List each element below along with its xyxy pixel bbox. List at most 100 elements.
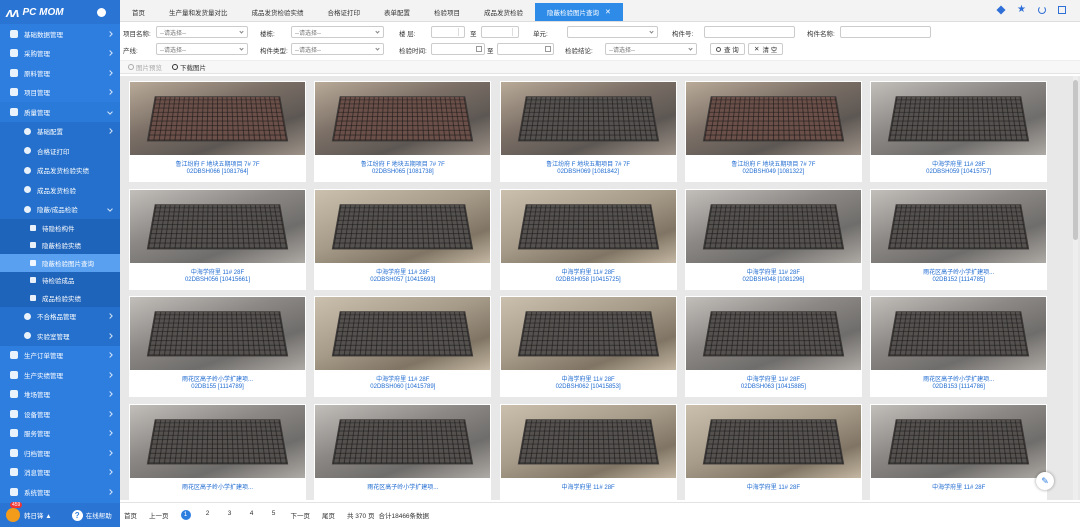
inspection-photo[interactable] [130,297,305,370]
image-preview-button[interactable]: 图片预览 [128,62,162,72]
inspection-photo[interactable] [685,189,861,263]
sidebar-item[interactable]: 隐蔽检验实绩 [0,236,120,254]
inspection-photo[interactable] [871,189,1047,263]
tab[interactable]: 生产量和发货量对比 [157,3,240,21]
image-card[interactable]: 鲁江纷府 F 地块五期项目 7# 7F 02DBSH049 [1081322] [684,81,862,182]
inspection-photo[interactable] [500,404,676,478]
sidebar-item[interactable]: 合格证打印 [0,141,120,161]
sidebar-item[interactable]: 不合格品管理 [0,306,120,326]
image-card[interactable]: 中海学府里 11# 28F 02DBSH062 [10415853] [499,296,677,397]
inspection-photo[interactable] [130,404,305,478]
image-card[interactable]: 中海学府里 11# 28F [870,403,1048,500]
download-image-button[interactable]: 下载图片 [172,62,206,72]
close-icon[interactable]: ✕ [605,8,611,16]
clear-button[interactable]: ✕ 清 空 [748,43,784,55]
inspect-time-to[interactable] [497,43,554,55]
inspection-photo[interactable] [315,189,491,263]
floor-from-input[interactable] [431,26,465,38]
sidebar-item[interactable]: 成品发货检验实绩 [0,160,120,180]
tab[interactable]: 首页 [120,3,157,21]
page-number[interactable]: 4 [247,510,257,520]
help-link[interactable]: 在线帮助 [86,510,112,520]
image-card[interactable]: 中海学府里 11# 28F 02DBSH059 [10415757] [870,81,1048,182]
help-icon[interactable]: ? [71,509,83,521]
fullscreen-icon[interactable] [1058,6,1066,14]
scrollbar[interactable] [1073,76,1078,500]
inspection-photo[interactable] [315,404,491,478]
inspection-photo[interactable] [130,189,305,263]
user-name[interactable]: 韩日锋 ▲ [24,510,52,520]
inspection-photo[interactable] [500,297,676,370]
inspection-photo[interactable] [500,189,676,263]
inspection-photo[interactable] [871,404,1047,478]
inspection-photo[interactable] [685,297,861,370]
tab[interactable]: 成品发货检验实绩 [240,3,316,21]
page-number[interactable]: 1 [180,510,191,520]
sidebar-item[interactable]: 生产订单管理 [0,346,120,366]
image-card[interactable]: 雨花区高子岭小学扩建项... 02DB153 [1114786] [870,296,1048,397]
tab[interactable]: 成品发货检验 [472,3,535,21]
scrollbar-thumb[interactable] [1073,80,1078,240]
sidebar-item[interactable]: 成品发货检验 [0,180,120,200]
sidebar-item[interactable]: 生产实绩管理 [0,365,120,385]
component-no-input[interactable] [704,26,795,38]
prev-page-button[interactable]: 上一页 [149,510,169,520]
image-card[interactable]: 雨花区高子岭小学扩建项... 02DB152 [1114785] [870,188,1048,290]
calendar-icon[interactable] [545,46,551,52]
image-card[interactable]: 雨花区高子岭小学扩建项... 02DB155 [1114789] [129,296,306,397]
image-card[interactable]: 鲁江纷府 F 地块五期项目 7# 7F 02DBSH069 [1081842] [499,81,677,182]
image-card[interactable]: 中海学府里 11# 28F 02DBSH063 [10415885] [684,296,862,397]
building-select[interactable]: --请选择-- [291,26,384,38]
floor-to-input[interactable] [481,26,519,38]
next-page-button[interactable]: 下一页 [291,510,311,520]
edit-fab-button[interactable]: ✎ [1036,472,1054,490]
image-card[interactable]: 中海学府里 11# 28F 02DBSH048 [1081296] [684,188,862,290]
tab[interactable]: 表单配置 [372,3,422,21]
calendar-icon[interactable] [476,46,482,52]
image-card[interactable]: 雨花区高子岭小学扩建项... [314,403,492,500]
sidebar-item[interactable]: 隐蔽/成品检验 [0,199,120,219]
unit-select[interactable] [567,26,658,38]
sidebar-item[interactable]: 基础配置 [0,121,120,141]
avatar[interactable]: 459 [6,502,23,522]
stepper-icon[interactable] [458,28,463,36]
image-card[interactable]: 中海学府里 11# 28F 02DBSH058 [10415725] [499,188,677,290]
inspection-photo[interactable] [685,82,861,155]
sidebar-item[interactable]: 基础数据管理 [0,24,120,44]
inspection-photo[interactable] [315,297,491,370]
inspection-photo[interactable] [871,82,1047,155]
sidebar-item[interactable]: 待隐检构件 [0,219,120,237]
tab[interactable]: 合格证打印 [316,3,373,21]
inspection-photo[interactable] [315,82,491,155]
page-number[interactable]: 5 [269,510,279,520]
cube-icon[interactable] [996,5,1006,15]
inspection-photo[interactable] [685,404,861,478]
image-card[interactable]: 中海学府里 11# 28F 02DBSH056 [10415661] [129,188,306,290]
component-type-select[interactable]: --请选择-- [291,43,384,55]
image-card[interactable]: 中海学府里 11# 28F 02DBSH057 [10415693] [314,188,492,290]
inspection-photo[interactable] [130,82,305,155]
component-name-input[interactable] [840,26,931,38]
sidebar-item[interactable]: 质量管理 [0,102,120,122]
sidebar-item[interactable]: 采购管理 [0,44,120,64]
sidebar-item[interactable]: 待检验成品 [0,271,120,289]
sidebar-item[interactable]: 隐蔽检验图片查询 [0,254,120,272]
sidebar-item[interactable]: 设备管理 [0,404,120,424]
settings-icon[interactable] [97,7,106,17]
image-card[interactable]: 中海学府里 11# 28F 02DBSH060 [10415789] [314,296,492,397]
sidebar-item[interactable]: 归档管理 [0,443,120,463]
inspection-photo[interactable] [500,82,676,155]
sidebar-item[interactable]: 消息管理 [0,463,120,483]
product-line-select[interactable]: --请选择-- [156,43,248,55]
sidebar-item[interactable]: 实验室管理 [0,326,120,346]
image-card[interactable]: 中海学府里 11# 28F [499,403,677,500]
last-page-button[interactable]: 尾页 [322,510,335,520]
sidebar-item[interactable]: 成品检验实绩 [0,289,120,307]
star-icon[interactable]: ★ [1017,5,1026,15]
inspect-result-select[interactable]: --请选择-- [605,43,697,55]
sidebar-item[interactable]: 原料管理 [0,63,120,83]
sidebar-item[interactable]: 项目管理 [0,83,120,103]
image-card[interactable]: 中海学府里 11# 28F [684,403,862,500]
tab[interactable]: 隐蔽检验图片查询 ✕ [535,3,623,21]
sidebar-item[interactable]: 服务管理 [0,424,120,444]
